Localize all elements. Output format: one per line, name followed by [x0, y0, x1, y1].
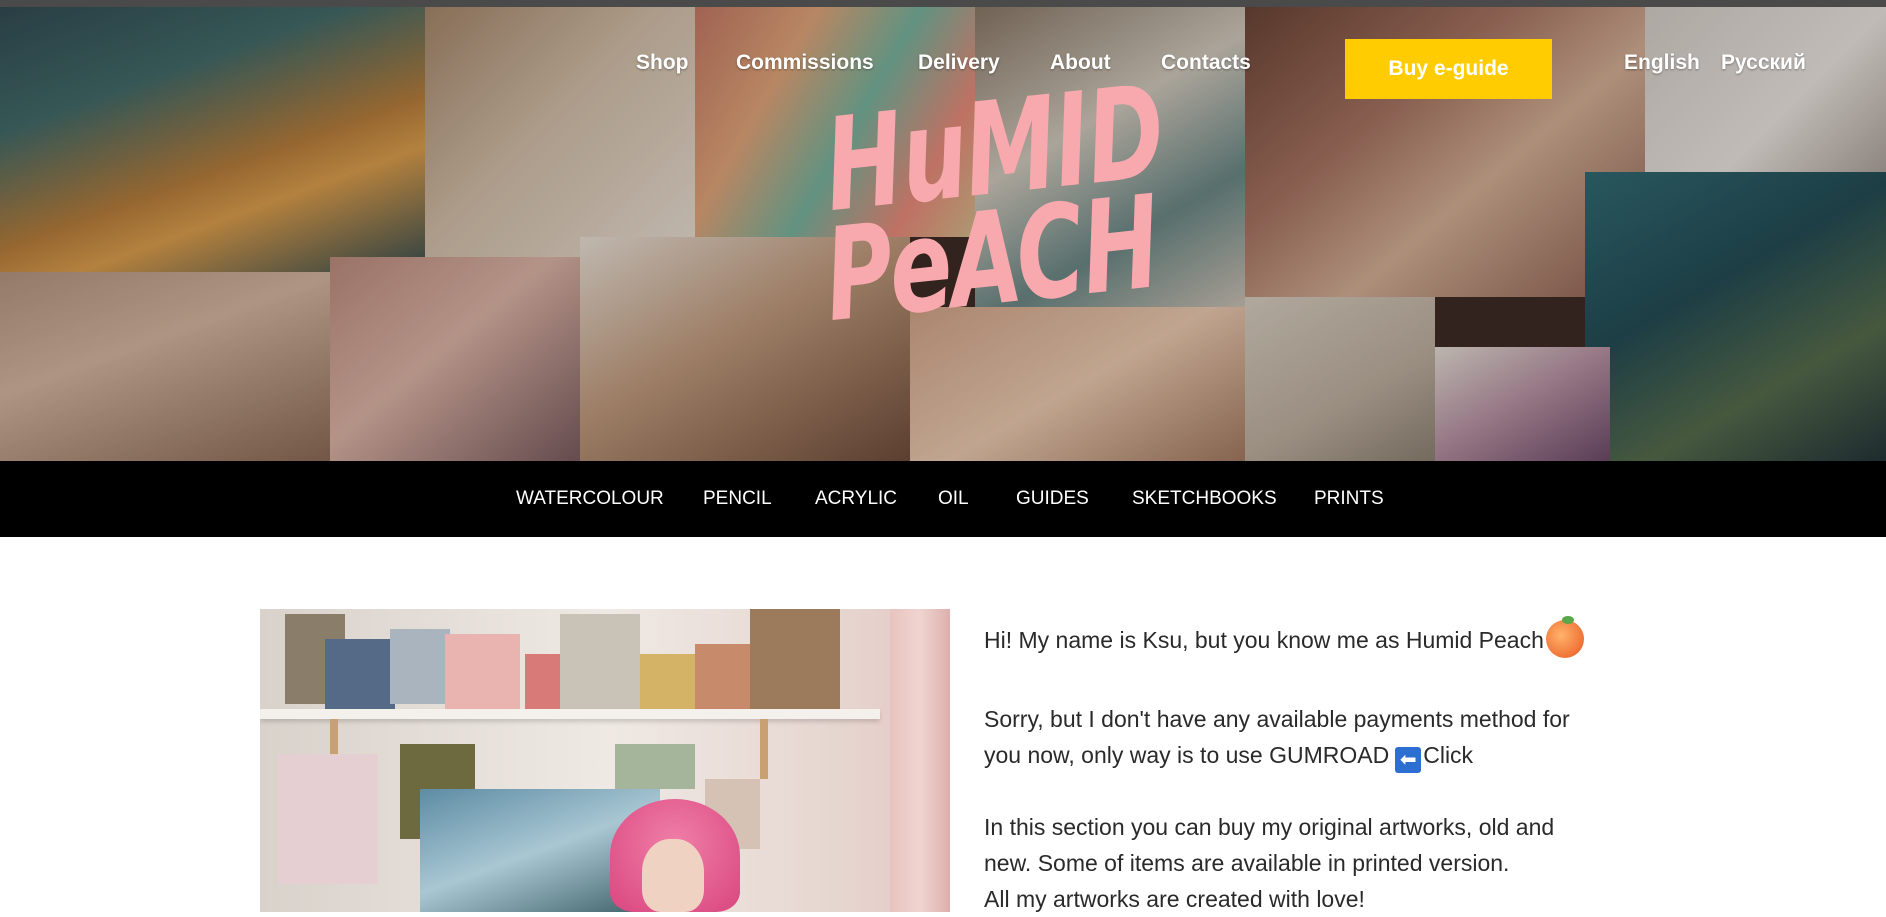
artwork-thumbnail [390, 629, 450, 704]
category-sketchbooks[interactable]: SKETCHBOOKS [1132, 488, 1277, 510]
artwork-thumbnail [640, 654, 695, 709]
artwork-thumbnail [695, 644, 755, 709]
category-pencil[interactable]: PENCIL [703, 488, 772, 510]
artwork-thumbnail [445, 634, 520, 709]
hero-banner: HuMID PeACH Shop Commissions Delivery Ab… [0, 7, 1886, 461]
studio-photo [260, 609, 950, 912]
artist-face [642, 839, 704, 912]
artwork-thumbnail [278, 754, 378, 884]
category-oil[interactable]: OIL [938, 488, 969, 510]
wall-shelf [260, 709, 880, 719]
language-russian[interactable]: Русский [1721, 51, 1806, 75]
nav-link-shop[interactable]: Shop [636, 51, 689, 75]
gumroad-click-link[interactable]: Click [1423, 742, 1473, 768]
browser-top-strip [0, 0, 1886, 7]
payment-note-line-2: you now, only way is to use GUMROAD [984, 742, 1390, 768]
category-watercolour[interactable]: WATERCOLOUR [516, 488, 664, 510]
curtain [890, 609, 950, 912]
intro-section-description: In this section you can buy my original … [984, 809, 1624, 917]
description-line-2: new. Some of items are available in prin… [984, 850, 1510, 876]
artwork-thumbnail [615, 744, 695, 789]
payment-note-line-1: Sorry, but I don't have any available pa… [984, 706, 1570, 732]
nav-link-about[interactable]: About [1050, 51, 1111, 75]
language-english[interactable]: English [1624, 51, 1700, 75]
left-arrow-icon: ⬅ [1395, 747, 1422, 773]
artwork-thumbnail [325, 639, 395, 709]
intro-payment-note: Sorry, but I don't have any available pa… [984, 701, 1624, 773]
nav-link-commissions[interactable]: Commissions [736, 51, 874, 75]
intro-greeting: Hi! My name is Ksu, but you know me as H… [984, 616, 1584, 658]
logo-line-2: PeACH [818, 167, 1166, 351]
artwork-thumbnail [750, 609, 840, 709]
peach-emoji-icon [1545, 616, 1584, 658]
nav-link-contacts[interactable]: Contacts [1161, 51, 1251, 75]
nav-link-delivery[interactable]: Delivery [918, 51, 1000, 75]
artwork-thumbnail [560, 614, 640, 709]
buy-e-guide-button[interactable]: Buy e-guide [1345, 39, 1552, 99]
category-bar: WATERCOLOUR PENCIL ACRYLIC OIL GUIDES SK… [0, 461, 1886, 537]
description-line-3: All my artworks are created with love! [984, 886, 1365, 912]
intro-greeting-text: Hi! My name is Ksu, but you know me as H… [984, 627, 1544, 653]
category-guides[interactable]: GUIDES [1016, 488, 1089, 510]
category-acrylic[interactable]: ACRYLIC [815, 488, 897, 510]
description-line-1: In this section you can buy my original … [984, 814, 1555, 840]
category-prints[interactable]: PRINTS [1314, 488, 1384, 510]
site-logo[interactable]: HuMID PeACH [775, 58, 1170, 425]
shelf-bracket [760, 719, 768, 779]
